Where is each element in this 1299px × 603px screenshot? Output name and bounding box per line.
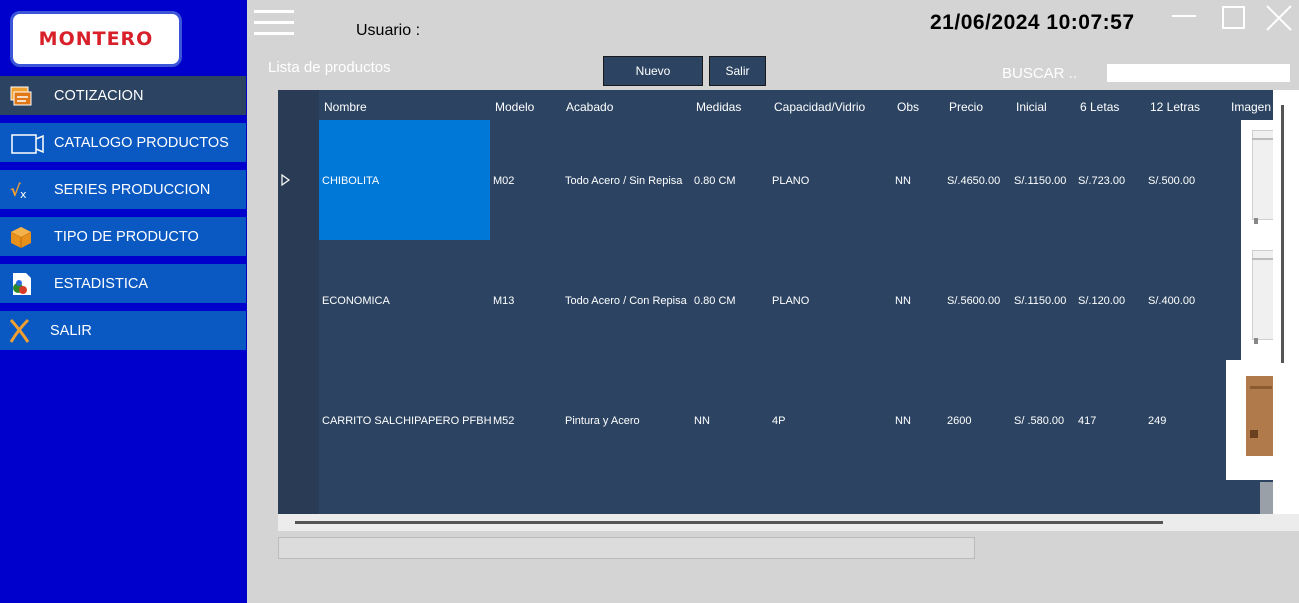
sidebar-item-catalogo-productos[interactable]: CATALOGO PRODUCTOS [0, 123, 246, 162]
product-image [1241, 120, 1273, 240]
datetime-display: 21/06/2024 10:07:57 [930, 11, 1135, 34]
svg-text:x: x [20, 188, 27, 201]
table-cell[interactable]: S/.723.00 [1078, 175, 1125, 187]
row-header-column [278, 90, 319, 514]
product-image [1241, 240, 1273, 360]
table-cell[interactable]: S/.1150.00 [1014, 295, 1066, 307]
exit-icon [9, 318, 30, 343]
menu-icon[interactable] [254, 10, 294, 36]
sidebar-item-label: ESTADISTICA [54, 275, 148, 292]
nuevo-button[interactable]: Nuevo [603, 56, 703, 86]
sidebar-item-label: TIPO DE PRODUCTO [54, 228, 199, 245]
status-bar [278, 537, 975, 559]
table-cell[interactable]: PLANO [772, 175, 809, 187]
column-header-obs[interactable]: Obs [897, 100, 919, 114]
vertical-scrollbar[interactable] [1273, 90, 1299, 514]
column-header-nombre[interactable]: Nombre [324, 100, 367, 114]
page-title: Lista de productos [268, 59, 391, 76]
sidebar-item-salir[interactable]: SALIR [0, 311, 246, 350]
sidebar-item-cotizacion[interactable]: COTIZACION [0, 76, 246, 115]
search-label: BUSCAR .. [1002, 65, 1078, 82]
close-icon[interactable] [1266, 5, 1292, 31]
statistics-icon [13, 273, 31, 295]
sidebar-item-label: CATALOGO PRODUCTOS [54, 134, 229, 151]
main-panel: Usuario : 21/06/2024 10:07:57 Lista de p… [247, 0, 1299, 603]
column-header-12-letras[interactable]: 12 Letras [1150, 100, 1200, 114]
table-cell[interactable]: M52 [493, 415, 514, 427]
table-cell[interactable]: 4P [772, 415, 785, 427]
column-header-precio[interactable]: Precio [949, 100, 983, 114]
column-header-inicial[interactable]: Inicial [1016, 100, 1047, 114]
column-header-imagen[interactable]: Imagen [1231, 100, 1271, 114]
quote-icon [10, 86, 32, 106]
sidebar-item-tipo-de-producto[interactable]: TIPO DE PRODUCTO [0, 217, 246, 256]
column-header-capacidad[interactable]: Capacidad/Vidrio [774, 100, 865, 114]
box-icon [10, 227, 32, 248]
products-table: Nombre Modelo Acabado Medidas Capacidad/… [278, 90, 1299, 531]
maximize-icon[interactable] [1221, 5, 1247, 31]
minimize-icon[interactable] [1171, 5, 1197, 31]
table-cell[interactable]: M13 [493, 295, 514, 307]
table-cell[interactable]: S/ .580.00 [1014, 415, 1064, 427]
table-cell[interactable]: NN [694, 415, 710, 427]
table-cell[interactable]: 0.80 CM [694, 295, 736, 307]
search-input[interactable] [1107, 64, 1290, 82]
table-cell[interactable]: 249 [1148, 415, 1166, 427]
table-cell[interactable]: 2600 [947, 415, 971, 427]
salir-button[interactable]: Salir [709, 56, 766, 86]
column-header-modelo[interactable]: Modelo [495, 100, 534, 114]
table-cell[interactable]: S/.120.00 [1078, 295, 1125, 307]
sidebar-item-series-produccion[interactable]: √ x SERIES PRODUCCION [0, 170, 246, 209]
table-cell[interactable]: NN [895, 415, 911, 427]
table-cell[interactable]: M02 [493, 175, 514, 187]
table-cell[interactable]: S/.1150.00 [1014, 175, 1066, 187]
table-cell[interactable]: NN [895, 175, 911, 187]
table-cell[interactable]: 0.80 CM [694, 175, 736, 187]
table-cell[interactable]: Todo Acero / Con Repisa [565, 295, 687, 307]
table-cell[interactable]: S/.5600.00 [947, 295, 1000, 307]
column-header-6-letras[interactable]: 6 Letas [1080, 100, 1119, 114]
table-cell[interactable]: S/.4650.00 [947, 175, 1000, 187]
table-cell[interactable]: Todo Acero / Sin Repisa [565, 175, 682, 187]
series-icon: √ x [10, 181, 27, 201]
table-cell[interactable]: ECONOMICA [322, 295, 390, 307]
catalog-icon [11, 134, 44, 154]
row-selector-icon [281, 174, 291, 186]
table-cell[interactable]: CHIBOLITA [322, 175, 379, 187]
logo: MONTERO [10, 11, 182, 67]
table-cell[interactable]: Pintura y Acero [565, 415, 640, 427]
column-header-acabado[interactable]: Acabado [566, 100, 613, 114]
sidebar: MONTERO COTIZACION CATALOGO PRODUCTOS √ … [0, 0, 247, 603]
sidebar-item-estadistica[interactable]: ESTADISTICA [0, 264, 246, 303]
table-cell[interactable]: CARRITO SALCHIPAPERO PFBH [322, 415, 492, 427]
sidebar-item-label: COTIZACION [54, 87, 144, 104]
table-cell[interactable]: PLANO [772, 295, 809, 307]
table-cell[interactable]: NN [895, 295, 911, 307]
logo-text: MONTERO [38, 28, 154, 50]
table-cell[interactable]: S/.500.00 [1148, 175, 1195, 187]
sidebar-item-label: SERIES PRODUCCION [54, 181, 211, 198]
sidebar-item-label: SALIR [50, 322, 92, 339]
vertical-scrollbar-thumb[interactable] [1281, 105, 1284, 363]
product-image [1260, 482, 1273, 514]
column-header-medidas[interactable]: Medidas [696, 100, 741, 114]
table-cell[interactable]: 417 [1078, 415, 1096, 427]
usuario-label: Usuario : [356, 22, 421, 39]
table-cell[interactable]: S/.400.00 [1148, 295, 1195, 307]
horizontal-scrollbar-thumb[interactable] [295, 521, 1163, 524]
product-image [1226, 360, 1273, 480]
